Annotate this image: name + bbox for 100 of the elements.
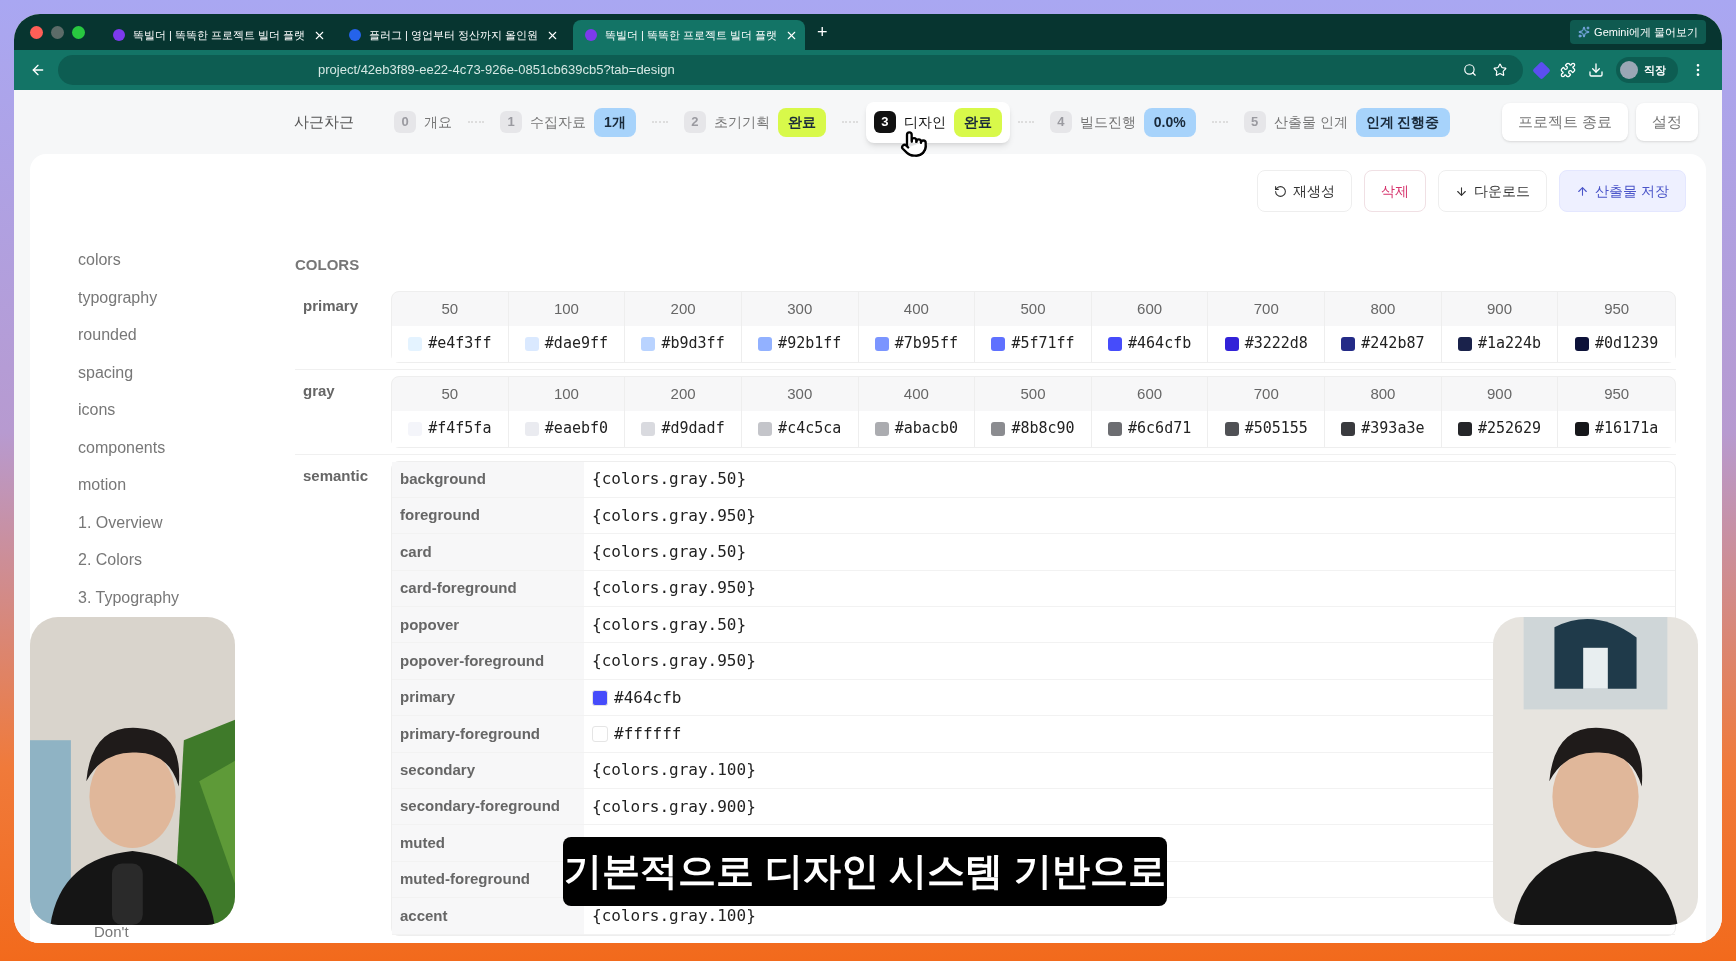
avatar-icon xyxy=(1620,61,1638,79)
hex-value: #7b95ff xyxy=(894,333,958,355)
hex-value: #b9d3ff xyxy=(661,333,725,355)
step-label: 디자인 xyxy=(903,112,946,132)
step-number: 0 xyxy=(394,111,416,133)
sidebar-link[interactable]: components xyxy=(78,435,295,459)
toolbar-button[interactable]: 삭제 xyxy=(1364,170,1427,212)
sidebar-link[interactable]: colors xyxy=(78,248,295,271)
shade-label: 50 xyxy=(441,298,459,319)
status-badge: 인계 진행중 xyxy=(1355,107,1450,137)
palette-name: primary xyxy=(302,295,360,316)
token-value: {colors.gray.950} xyxy=(592,577,756,600)
profile-button[interactable]: 직장 xyxy=(1616,57,1678,83)
sidebar-link[interactable]: 1. Overview xyxy=(78,510,295,534)
new-tab-button[interactable]: + xyxy=(809,18,836,46)
shade-label: 800 xyxy=(1370,298,1396,319)
step-label: 빌드진행 xyxy=(1079,112,1136,132)
shade-label: 900 xyxy=(1487,298,1513,319)
step-tab[interactable]: 2 초기기획 완료 xyxy=(675,101,834,143)
shade-label: 950 xyxy=(1604,383,1630,404)
status-badge: 0.0% xyxy=(1143,107,1196,137)
hex-value: #dae9ff xyxy=(544,333,609,355)
gemini-button[interactable]: Gemini에게 물어보기 xyxy=(1570,19,1706,45)
maximize-window-icon[interactable] xyxy=(72,25,85,39)
step-tab[interactable]: 5 산출물 인계 인계 진행중 xyxy=(1235,101,1458,143)
profile-name: 직장 xyxy=(1644,62,1666,78)
header-button[interactable]: 프로젝트 종료 xyxy=(1501,102,1628,142)
step-label: 수집자료 xyxy=(530,112,586,132)
status-badge: 완료 xyxy=(777,107,826,137)
refresh-icon xyxy=(1274,184,1288,198)
shade-label: 400 xyxy=(903,298,929,319)
token-value: {colors.gray.50} xyxy=(592,540,747,563)
step-tab[interactable]: 4 빌드진행 0.0% xyxy=(1041,101,1204,143)
step-number: 2 xyxy=(683,111,706,133)
bookmark-icon[interactable] xyxy=(1493,63,1507,77)
hex-value: #e4f3ff xyxy=(428,333,492,355)
shade-label: 500 xyxy=(1020,383,1046,404)
token-name: card-foreground xyxy=(392,570,584,607)
step-tab[interactable]: 3 디자인 완료 xyxy=(865,101,1010,143)
tab-title: 플러그 | 영업부터 정산까지 올인원 xyxy=(369,27,539,43)
browser-tab[interactable]: 똑빌더 | 똑똑한 프로젝트 빌더 플랫 xyxy=(573,20,805,50)
token-value: {colors.gray.950} xyxy=(592,504,756,527)
sidebar-link[interactable]: Don't xyxy=(94,923,295,941)
zoom-icon[interactable] xyxy=(1463,63,1477,77)
tab-title: 똑빌더 | 똑똑한 프로젝트 빌더 플랫 xyxy=(605,27,778,43)
shade-label: 300 xyxy=(787,383,813,404)
sidebar-link[interactable]: rounded xyxy=(78,323,295,346)
back-icon[interactable] xyxy=(30,62,46,78)
browser-tab[interactable]: 플러그 | 영업부터 정산까지 올인원 xyxy=(337,20,569,50)
hex-value: #eaebf0 xyxy=(544,418,609,440)
close-window-icon[interactable] xyxy=(30,25,43,39)
download-icon[interactable] xyxy=(1588,62,1604,78)
shade-label: 900 xyxy=(1487,383,1513,404)
project-title: 사근차근 xyxy=(294,111,354,132)
extensions-icon[interactable] xyxy=(1560,62,1576,78)
sidebar-link[interactable]: spacing xyxy=(78,360,295,384)
hex-value: #1a224b xyxy=(1477,333,1542,355)
token-name: card xyxy=(392,534,584,570)
header-button[interactable]: 설정 xyxy=(1636,102,1698,142)
status-badge: 완료 xyxy=(953,107,1002,137)
arrow-up-icon xyxy=(1576,184,1590,198)
token-value: {colors.gray.50} xyxy=(592,468,747,491)
hex-value: #0d1239 xyxy=(1595,333,1659,355)
arrow-down-icon xyxy=(1455,184,1469,198)
shade-label: 600 xyxy=(1137,298,1163,319)
hex-value: #c4c5ca xyxy=(778,418,842,440)
sidebar-link[interactable]: 2. Colors xyxy=(78,548,295,571)
token-name: accent xyxy=(392,898,584,934)
hex-value: #abacb0 xyxy=(894,418,958,440)
sidebar-link[interactable]: motion xyxy=(78,473,295,496)
token-name: secondary xyxy=(392,752,584,788)
shade-label: 700 xyxy=(1253,298,1279,319)
sidebar-link[interactable]: 3. Typography xyxy=(78,585,295,609)
token-name: popover xyxy=(392,607,584,643)
sidebar-link[interactable]: typography xyxy=(78,285,295,309)
shade-label: 50 xyxy=(441,383,459,404)
tab-title: 똑빌더 | 똑똑한 프로젝트 빌더 플랫 xyxy=(133,27,306,43)
shade-label: 500 xyxy=(1020,298,1046,319)
hex-value: #3222d8 xyxy=(1244,333,1308,355)
shade-label: 200 xyxy=(670,298,696,319)
token-value: {colors.gray.100} xyxy=(592,759,756,782)
hex-value: #92b1ff xyxy=(778,333,842,355)
step-tab[interactable]: 0 개요 xyxy=(386,105,460,139)
step-label: 개요 xyxy=(424,112,452,132)
sidebar-link[interactable]: icons xyxy=(78,398,295,421)
toolbar-button[interactable]: 다운로드 xyxy=(1438,170,1548,212)
shade-label: 100 xyxy=(553,383,579,404)
shade-label: 600 xyxy=(1137,383,1163,404)
hex-value: #5f71ff xyxy=(1011,333,1075,355)
browser-tab[interactable]: 똑빌더 | 똑똑한 프로젝트 빌더 플랫 xyxy=(101,20,333,50)
toolbar-button[interactable]: 산출물 저장 xyxy=(1559,170,1686,212)
hex-value: #f4f5fa xyxy=(428,418,492,440)
address-bar[interactable]: project/42eb3f89-ee22-4c73-926e-0851cb639cb5?tab=design xyxy=(58,55,1523,85)
step-label: 산출물 인계 xyxy=(1273,112,1348,132)
minimize-window-icon[interactable] xyxy=(51,25,64,39)
token-name: primary xyxy=(392,679,584,716)
shade-label: 950 xyxy=(1604,298,1630,319)
step-tab[interactable]: 1 수집자료 1개 xyxy=(492,101,644,143)
toolbar-button[interactable]: 재생성 xyxy=(1257,170,1353,212)
hex-value: #393a3e xyxy=(1361,418,1425,440)
